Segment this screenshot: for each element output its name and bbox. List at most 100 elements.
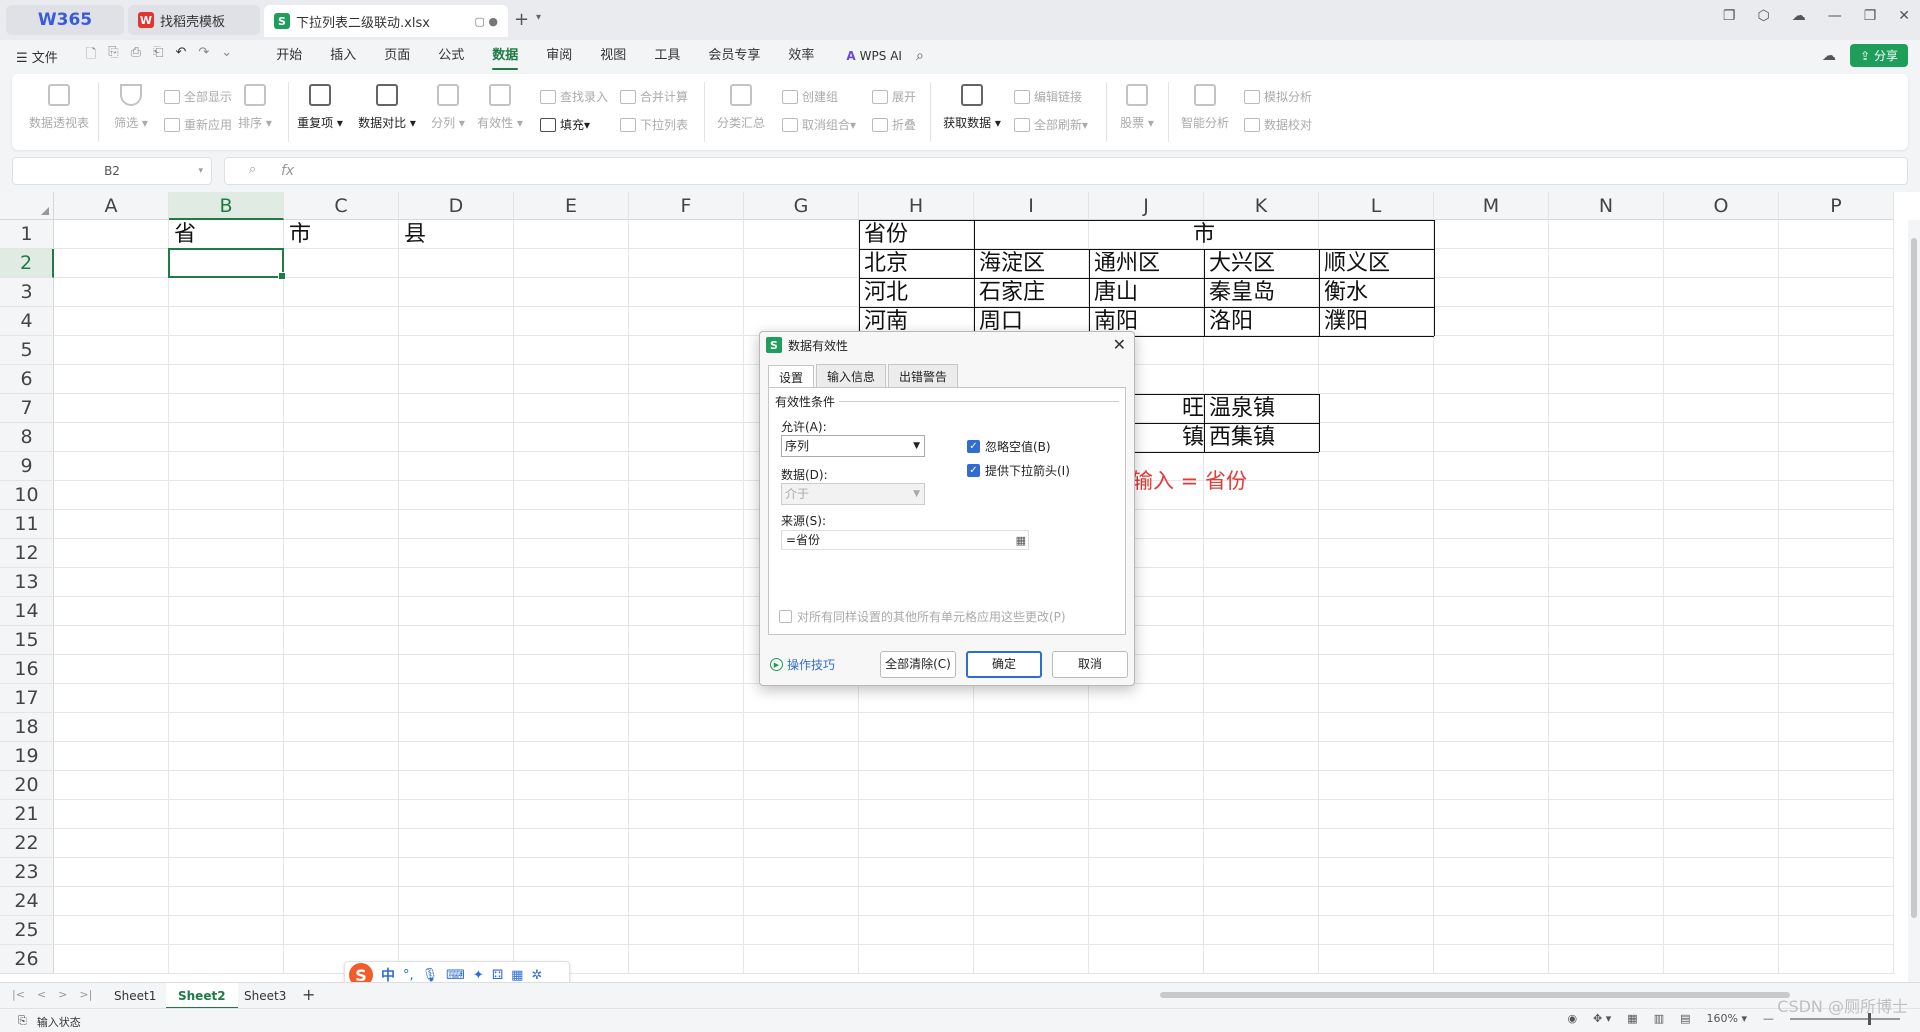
column-header-e[interactable]: E <box>514 192 629 220</box>
cell-h3[interactable]: 河北 <box>859 278 974 307</box>
column-header-g[interactable]: G <box>744 192 859 220</box>
data-check-button[interactable]: 数据校对 <box>1244 116 1312 133</box>
name-box[interactable]: B2 ▾ <box>12 157 212 185</box>
cell-i3[interactable]: 石家庄 <box>974 278 1089 307</box>
cell-k3[interactable]: 秦皇岛 <box>1204 278 1319 307</box>
cell-k8[interactable]: 西集镇 <box>1204 423 1319 452</box>
tab-docer-templates[interactable]: W 找稻壳模板 <box>128 5 260 35</box>
print-preview-icon[interactable]: ⎗ <box>153 45 163 67</box>
row-header-8[interactable]: 8 <box>0 423 54 452</box>
select-all-corner[interactable] <box>0 192 54 220</box>
next-sheet-icon[interactable]: > <box>58 988 67 1001</box>
cell-i1[interactable]: 市 <box>974 220 1434 249</box>
eye-protection-icon[interactable]: ◉ <box>1567 1012 1577 1025</box>
chevron-down-icon[interactable]: ▾ <box>536 12 541 23</box>
w365-home-tab[interactable]: W365 <box>6 5 124 35</box>
tab-view[interactable]: 视图 <box>586 40 640 72</box>
tab-member[interactable]: 会员专享 <box>694 40 774 72</box>
expand-button[interactable]: 展开 <box>872 88 916 105</box>
scroll-thumb[interactable] <box>1160 992 1790 998</box>
settings-icon[interactable]: ✲ <box>531 968 542 983</box>
page-layout-icon[interactable]: ▥ <box>1654 1012 1664 1025</box>
skin-icon[interactable]: ✦ <box>473 968 484 983</box>
cell-h2[interactable]: 北京 <box>859 249 974 278</box>
tab-review[interactable]: 审阅 <box>532 40 586 72</box>
zoom-level[interactable]: 160% ▾ <box>1707 1012 1747 1025</box>
focus-mode-icon[interactable]: ✥ ▾ <box>1593 1012 1611 1025</box>
show-all-button[interactable]: 全部显示 <box>164 88 232 105</box>
row-header-25[interactable]: 25 <box>0 916 54 945</box>
cell-i2[interactable]: 海淀区 <box>974 249 1089 278</box>
cube-icon[interactable]: ⬡ <box>1757 8 1769 24</box>
close-icon[interactable]: ✕ <box>1113 335 1126 354</box>
edit-links-button[interactable]: 编辑链接 <box>1014 88 1082 105</box>
row-header-17[interactable]: 17 <box>0 684 54 713</box>
cell-b1[interactable]: 省 <box>169 220 284 249</box>
cloud-sync-icon[interactable]: ☁ <box>1822 48 1836 64</box>
column-header-m[interactable]: M <box>1434 192 1549 220</box>
column-header-p[interactable]: P <box>1779 192 1894 220</box>
column-header-n[interactable]: N <box>1549 192 1664 220</box>
row-header-19[interactable]: 19 <box>0 742 54 771</box>
get-data-button[interactable]: 获取数据 ▾ <box>936 84 1008 131</box>
row-header-13[interactable]: 13 <box>0 568 54 597</box>
row-header-14[interactable]: 14 <box>0 597 54 626</box>
gamepad-icon[interactable]: ⚃ <box>492 968 503 983</box>
search-icon[interactable]: ⌕ <box>916 48 924 64</box>
cell-h1[interactable]: 省份 <box>859 220 974 249</box>
column-header-i[interactable]: I <box>974 192 1089 220</box>
page-break-icon[interactable]: ▤ <box>1680 1012 1690 1025</box>
dropdown-arrow-icon[interactable]: ▼ <box>913 436 920 456</box>
dropdown-list-button[interactable]: 下拉列表 <box>620 116 688 133</box>
column-header-f[interactable]: F <box>629 192 744 220</box>
last-sheet-icon[interactable]: >| <box>79 988 92 1001</box>
tips-link[interactable]: ▶ 操作技巧 <box>770 656 835 673</box>
grid-apps-icon[interactable]: ▦ <box>511 968 523 983</box>
row-header-21[interactable]: 21 <box>0 800 54 829</box>
reapply-button[interactable]: 重新应用 <box>164 116 232 133</box>
save-icon[interactable]: 🗋 <box>86 45 96 67</box>
share-button[interactable]: ⇪ 分享 <box>1850 44 1908 67</box>
new-tab-icon[interactable]: + <box>514 9 529 30</box>
punctuation-icon[interactable]: °, <box>403 968 414 983</box>
create-group-button[interactable]: 创建组 <box>782 88 838 105</box>
what-if-button[interactable]: 模拟分析 <box>1244 88 1312 105</box>
filter-button[interactable]: 筛选 ▾ <box>96 84 166 131</box>
skin-icon[interactable]: ☁ <box>1792 8 1806 24</box>
row-header-15[interactable]: 15 <box>0 626 54 655</box>
wps-ai-button[interactable]: A WPS AI <box>846 49 902 63</box>
smart-analysis-button[interactable]: 智能分析 <box>1172 84 1238 131</box>
more-icon[interactable]: ⌄ <box>221 45 232 67</box>
cell-l2[interactable]: 顺义区 <box>1319 249 1434 278</box>
source-input[interactable]: =省份 ▦ <box>781 530 1029 550</box>
tab-insert[interactable]: 插入 <box>316 40 370 72</box>
row-header-18[interactable]: 18 <box>0 713 54 742</box>
vertical-scrollbar[interactable] <box>1908 220 1920 982</box>
tab-data[interactable]: 数据 <box>478 40 532 72</box>
scroll-thumb[interactable] <box>1911 238 1917 918</box>
tab-efficiency[interactable]: 效率 <box>774 40 828 72</box>
allow-select[interactable]: 序列 ▼ <box>781 435 925 457</box>
column-header-l[interactable]: L <box>1319 192 1434 220</box>
column-header-a[interactable]: A <box>54 192 169 220</box>
sheet-tab-3[interactable]: Sheet3 <box>232 983 298 1009</box>
chevron-down-icon[interactable]: ▾ <box>198 166 203 176</box>
clear-all-button[interactable]: 全部清除(C) <box>880 651 956 678</box>
sheet-tab-2[interactable]: Sheet2 <box>166 983 238 1009</box>
column-header-o[interactable]: O <box>1664 192 1779 220</box>
microphone-icon[interactable]: 🎙 <box>422 968 439 983</box>
tab-home[interactable]: 开始 <box>262 40 316 72</box>
minimize-icon[interactable]: — <box>1828 8 1842 24</box>
column-header-j[interactable]: J <box>1089 192 1204 220</box>
tab-formula[interactable]: 公式 <box>424 40 478 72</box>
row-header-11[interactable]: 11 <box>0 510 54 539</box>
column-header-b[interactable]: B <box>169 192 284 220</box>
stocks-button[interactable]: 股票 ▾ <box>1112 84 1162 131</box>
add-sheet-icon[interactable]: + <box>302 985 315 1004</box>
file-menu[interactable]: ☰ 文件 <box>16 47 58 66</box>
column-header-c[interactable]: C <box>284 192 399 220</box>
tab-settings[interactable]: 设置 <box>768 365 815 389</box>
cell-k2[interactable]: 大兴区 <box>1204 249 1319 278</box>
redo-icon[interactable]: ↷ <box>198 45 209 67</box>
cell-l3[interactable]: 衡水 <box>1319 278 1434 307</box>
